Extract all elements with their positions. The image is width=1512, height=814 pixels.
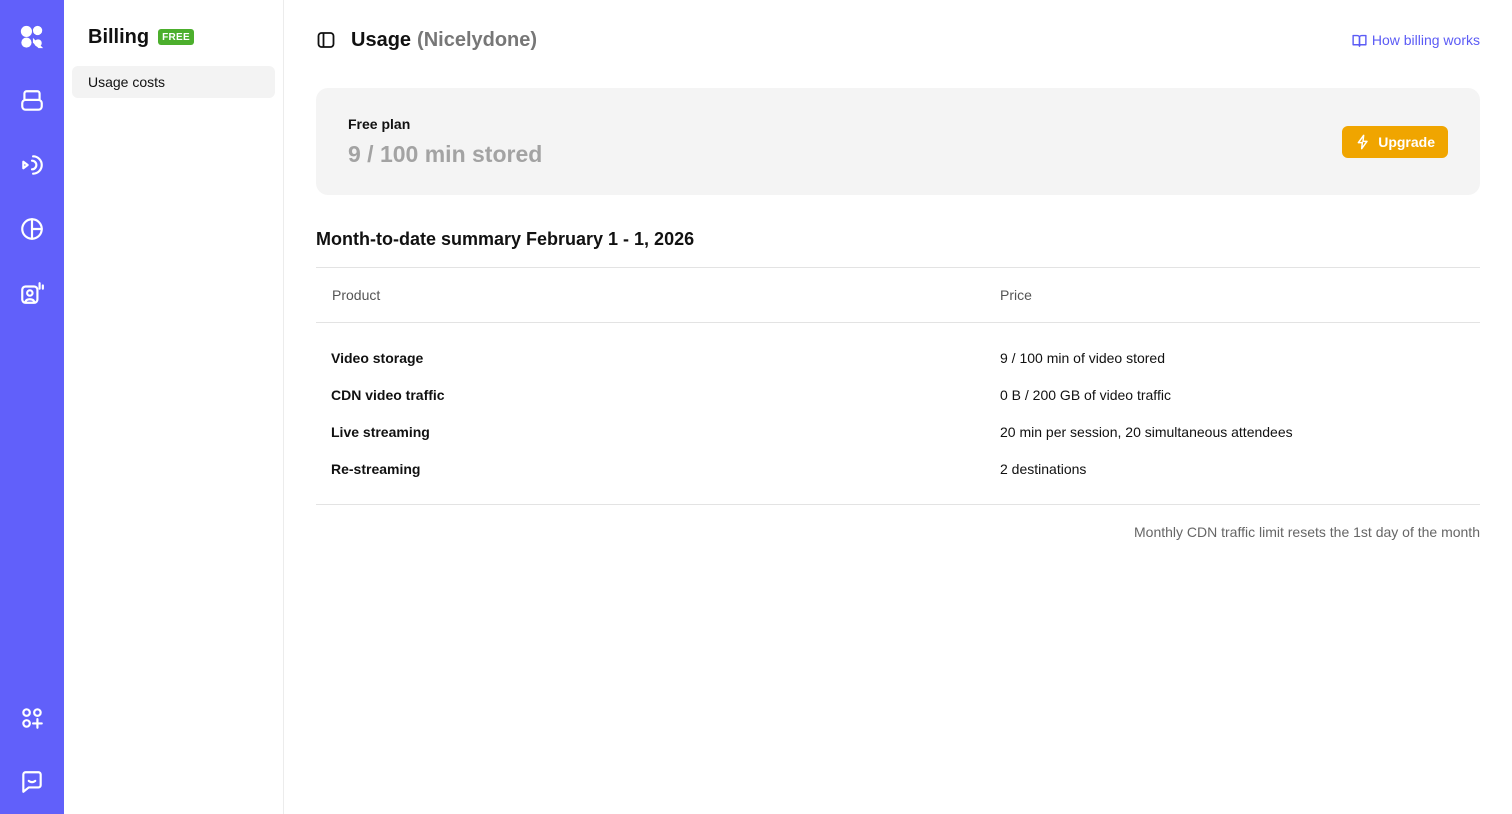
rail-top-group: [0, 0, 64, 325]
lightning-icon: [1357, 134, 1368, 149]
help-link-label: How billing works: [1371, 32, 1480, 48]
column-header-product: Product: [332, 287, 381, 303]
organization-name: (Nicelydone): [417, 28, 538, 51]
table-row: Live streaming 20 min per session, 20 si…: [316, 413, 1480, 450]
storage-icon[interactable]: [0, 69, 64, 133]
table-row: Re-streaming 2 destinations: [316, 450, 1480, 487]
sidebar-toggle-icon[interactable]: [316, 30, 336, 50]
logo-icon[interactable]: [0, 5, 64, 69]
sidebar-item-label: Usage costs: [88, 74, 166, 90]
book-icon: [1352, 34, 1367, 47]
product-price: 20 min per session, 20 simultaneous atte…: [1000, 423, 1293, 440]
usage-table: Product Price Video storage 9 / 100 min …: [316, 267, 1480, 505]
table-body: Video storage 9 / 100 min of video store…: [316, 323, 1480, 505]
column-header-price: Price: [1000, 287, 1032, 303]
analytics-icon[interactable]: [0, 197, 64, 261]
main-content: Usage (Nicelydone) How billing works Fre…: [284, 0, 1512, 814]
product-name: CDN video traffic: [331, 386, 445, 403]
chat-icon[interactable]: [0, 750, 64, 814]
product-price: 0 B / 200 GB of video traffic: [1000, 386, 1171, 403]
sidebar-title: Billing: [88, 25, 150, 48]
summary-title: Month-to-date summary February 1 - 1, 20…: [316, 229, 695, 249]
table-row: Video storage 9 / 100 min of video store…: [316, 339, 1480, 376]
cdn-reset-note: Monthly CDN traffic limit resets the 1st…: [1134, 524, 1480, 540]
upgrade-label: Upgrade: [1378, 133, 1435, 150]
plan-label: Free plan: [348, 115, 411, 132]
plan-info: Free plan 9 / 100 min stored: [348, 116, 542, 168]
table-header: Product Price: [316, 268, 1480, 323]
ai-studio-icon[interactable]: [0, 261, 64, 325]
product-name: Video storage: [331, 349, 424, 366]
rail-bottom-group: [0, 686, 64, 814]
live-stream-icon[interactable]: [0, 133, 64, 197]
table-row: CDN video traffic 0 B / 200 GB of video …: [316, 376, 1480, 413]
product-price: 9 / 100 min of video stored: [1000, 349, 1165, 366]
icon-rail: [0, 0, 64, 814]
product-name: Live streaming: [331, 423, 430, 440]
app-root: Billing FREE Usage costs Usage (Nicelydo…: [0, 0, 1512, 814]
apps-icon[interactable]: [0, 686, 64, 750]
upgrade-button[interactable]: Upgrade: [1342, 125, 1448, 158]
sidebar-header: Billing FREE: [72, 24, 275, 50]
plan-badge: FREE: [158, 29, 194, 45]
how-billing-works-link[interactable]: How billing works: [1351, 32, 1480, 49]
plan-usage-value: 9 / 100 min stored: [348, 140, 543, 167]
page-header: Usage (Nicelydone) How billing works: [316, 0, 1480, 80]
plan-card: Free plan 9 / 100 min stored Upgrade: [316, 88, 1480, 195]
sidebar-item-usage-costs[interactable]: Usage costs: [72, 66, 275, 98]
title-group: Usage (Nicelydone): [316, 29, 537, 52]
product-price: 2 destinations: [1000, 460, 1087, 477]
product-name: Re-streaming: [331, 460, 421, 477]
page-title: Usage: [351, 28, 412, 51]
billing-sidebar: Billing FREE Usage costs: [64, 0, 284, 814]
